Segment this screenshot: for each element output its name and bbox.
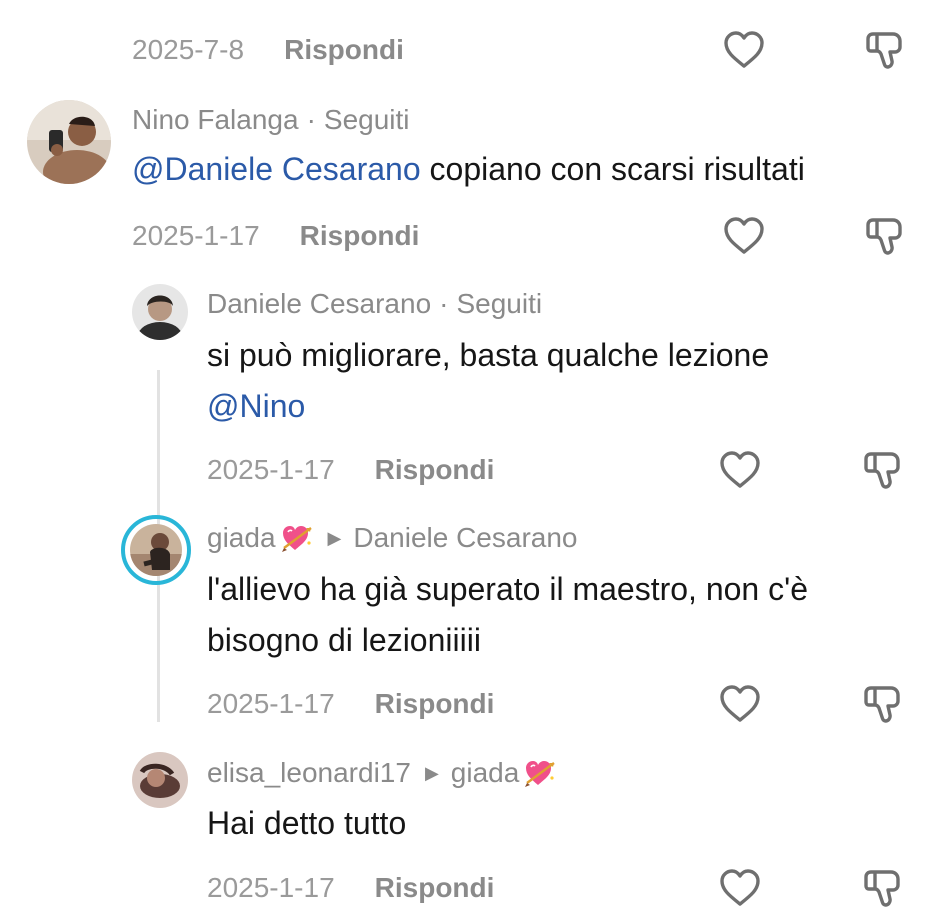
reply-to-name[interactable]: Daniele Cesarano (353, 522, 577, 554)
comment-author-row: Daniele Cesarano · Seguiti (207, 288, 542, 320)
heart-outline-icon[interactable] (722, 28, 766, 72)
reply-button[interactable]: Rispondi (300, 220, 420, 251)
author-name[interactable]: giada (207, 522, 276, 554)
comment-meta: 2025-1-17 Rispondi (132, 220, 419, 252)
reply-arrow-icon: ▶ (327, 527, 342, 548)
avatar (130, 524, 182, 576)
thumbs-down-icon[interactable] (862, 28, 906, 72)
reply-button[interactable]: Rispondi (375, 872, 495, 903)
reply-button[interactable]: Rispondi (375, 454, 495, 485)
heart-outline-icon[interactable] (718, 866, 762, 910)
comment-body: bisogno di lezioniiiii (207, 622, 481, 658)
comment-meta: 2025-7-8 Rispondi (132, 34, 404, 66)
reply-arrow-icon: ▶ (424, 762, 439, 783)
comment-date: 2025-1-17 (207, 688, 335, 719)
thumbs-down-icon[interactable] (860, 682, 904, 726)
heart-outline-icon[interactable] (718, 682, 762, 726)
mention-link[interactable]: @Daniele Cesarano (132, 151, 421, 187)
comment-date: 2025-7-8 (132, 34, 245, 65)
thumbs-down-icon[interactable] (860, 448, 904, 492)
relation-label: Seguiti (323, 104, 410, 135)
comment-body: l'allievo ha già superato il maestro, no… (207, 571, 808, 607)
comment-body: Hai detto tutto (207, 805, 407, 841)
relation-label: Seguiti (456, 288, 543, 319)
separator: · (439, 288, 449, 319)
comment-date: 2025-1-17 (207, 872, 335, 903)
comment-meta: 2025-1-17 Rispondi (207, 688, 494, 720)
comment-body: copiano con scarsi risultati (420, 151, 805, 187)
author-name[interactable]: Daniele Cesarano (207, 288, 431, 320)
thumbs-down-icon[interactable] (862, 214, 906, 258)
comment-meta: 2025-1-17 Rispondi (207, 872, 494, 904)
comment-date: 2025-1-17 (207, 454, 335, 485)
reply-to-name[interactable]: giada (451, 757, 520, 789)
sparkling-heart-arrow-emoji (280, 522, 314, 554)
avatar[interactable] (132, 752, 188, 808)
comment-author-row: giada ▶ Daniele Cesarano (207, 522, 578, 554)
comment-author-row: elisa_leonardi17 ▶ giada (207, 757, 557, 789)
comment-author-row: Nino Falanga · Seguiti (132, 104, 410, 136)
comment-date: 2025-1-17 (132, 220, 260, 251)
comment-meta: 2025-1-17 Rispondi (207, 454, 494, 486)
story-ring[interactable] (121, 515, 191, 585)
author-name[interactable]: Nino Falanga (132, 104, 299, 136)
reply-button[interactable]: Rispondi (284, 34, 404, 65)
comment-body: si può migliorare, basta qualche lezione (207, 337, 770, 373)
thumbs-down-icon[interactable] (860, 866, 904, 910)
sparkling-heart-arrow-emoji (523, 757, 557, 789)
comment-text: @Daniele Cesarano copiano con scarsi ris… (132, 144, 805, 194)
separator: · (306, 104, 316, 135)
reply-button[interactable]: Rispondi (375, 688, 495, 719)
author-name[interactable]: elisa_leonardi17 (207, 757, 411, 789)
heart-outline-icon[interactable] (718, 448, 762, 492)
avatar[interactable] (132, 284, 188, 340)
avatar[interactable] (27, 100, 111, 184)
heart-outline-icon[interactable] (722, 214, 766, 258)
mention-link[interactable]: @Nino (207, 381, 305, 431)
